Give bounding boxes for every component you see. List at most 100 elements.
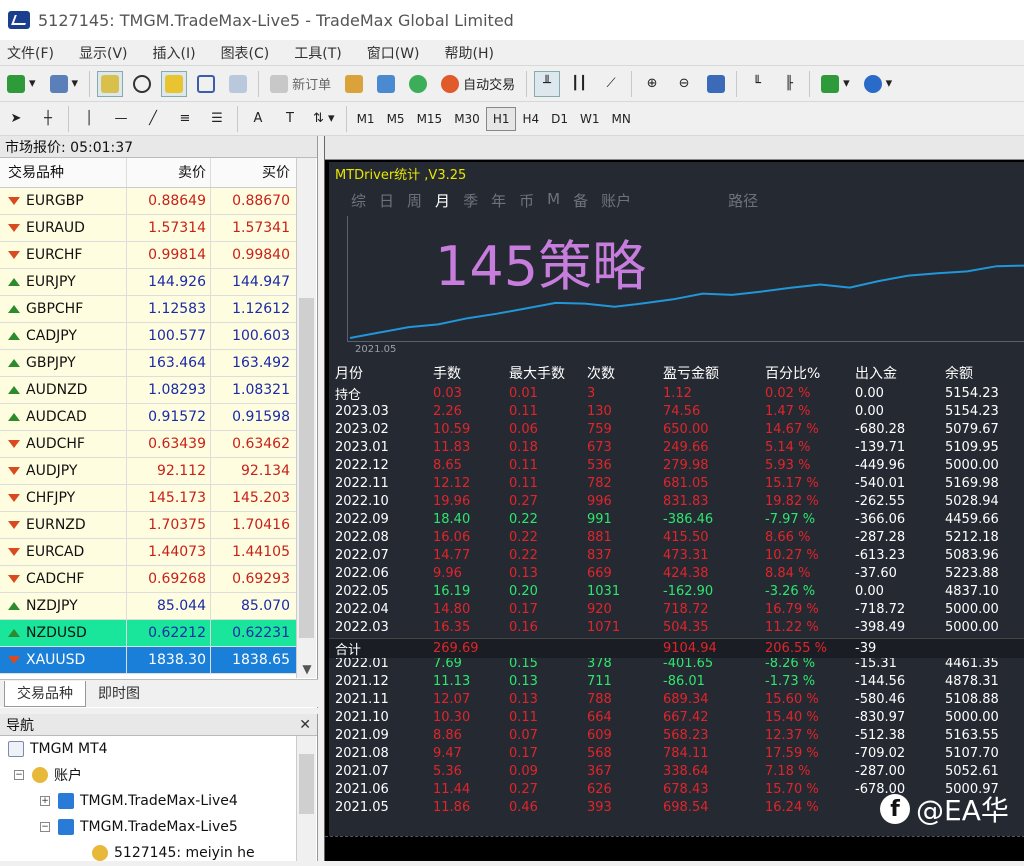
signals-button[interactable] — [405, 71, 431, 97]
stats-row[interactable]: 2021.09 8.86 0.07 609 568.23 12.37 % -512.38 51… — [329, 726, 1024, 744]
text-label-tool[interactable]: T — [277, 106, 303, 132]
market-watch-scrollbar[interactable]: ▼ — [296, 158, 316, 678]
stats-row[interactable]: 2023.02 10.59 0.06 759 650.00 14.67 % -680.28 5… — [329, 420, 1024, 438]
bar-chart-button[interactable]: ╨ — [534, 70, 561, 97]
fibonacci-tool[interactable]: ☰ — [204, 106, 230, 132]
menu-view[interactable]: 显示(V) — [72, 43, 136, 63]
stats-row[interactable]: 2022.06 9.96 0.13 669 424.38 8.84 % -37.60 5223… — [329, 564, 1024, 582]
stats-row[interactable]: 2021.11 12.07 0.13 788 689.34 15.60 % -580.46 5… — [329, 690, 1024, 708]
new-chart-button[interactable]: ▾ — [3, 71, 40, 97]
zoom-in-button[interactable]: ⊕ — [639, 71, 665, 97]
trendline-tool[interactable]: ╱ — [140, 106, 166, 132]
stats-tab-6[interactable]: 币 — [519, 190, 534, 211]
market-row-euraud[interactable]: EURAUD 1.57314 1.57341 — [0, 215, 296, 242]
stats-tab-0[interactable]: 综 — [351, 190, 366, 211]
market-row-xauusd[interactable]: XAUUSD 1838.30 1838.65 — [0, 647, 296, 674]
market-row-audnzd[interactable]: AUDNZD 1.08293 1.08321 — [0, 377, 296, 404]
nav-accounts[interactable]: − 账户 — [0, 762, 317, 788]
stats-row[interactable]: 2022.10 19.96 0.27 996 831.83 19.82 % -262.55 5… — [329, 492, 1024, 510]
stats-row[interactable]: 2022.04 14.80 0.17 920 718.72 16.79 % -718.72 5… — [329, 600, 1024, 618]
stats-row[interactable]: 2022.11 12.12 0.11 782 681.05 15.17 % -540.01 5… — [329, 474, 1024, 492]
collapse-icon[interactable]: − — [14, 770, 24, 780]
accounts-button[interactable] — [373, 71, 399, 97]
col-symbol[interactable]: 交易品种 — [0, 158, 127, 187]
stats-tab-3[interactable]: 月 — [435, 190, 450, 211]
market-row-nzdusd[interactable]: NZDUSD 0.62212 0.62231 — [0, 620, 296, 647]
channel-tool[interactable]: ≡ — [172, 106, 198, 132]
menu-tools[interactable]: 工具(T) — [287, 43, 349, 63]
tab-symbols[interactable]: 交易品种 — [4, 681, 86, 707]
crosshair-tool[interactable]: ┼ — [35, 106, 61, 132]
market-row-eurcad[interactable]: EURCAD 1.44073 1.44105 — [0, 539, 296, 566]
tf-m30[interactable]: M30 — [448, 107, 486, 131]
nav-server-live4[interactable]: + TMGM.TradeMax-Live4 — [0, 788, 317, 814]
tf-d1[interactable]: D1 — [545, 107, 574, 131]
tf-m1[interactable]: M1 — [351, 107, 381, 131]
stats-tab-9[interactable]: 账户 — [601, 190, 631, 211]
stats-tab-2[interactable]: 周 — [407, 190, 422, 211]
arrows-tool[interactable]: ⇅ ▾ — [309, 106, 339, 132]
nav-account-item[interactable]: 5127145: meiyin he — [0, 840, 317, 866]
scroll-thumb[interactable] — [299, 298, 314, 638]
market-row-eurnzd[interactable]: EURNZD 1.70375 1.70416 — [0, 512, 296, 539]
market-row-audjpy[interactable]: AUDJPY 92.112 92.134 — [0, 458, 296, 485]
scroll-down-icon[interactable]: ▼ — [300, 662, 314, 676]
stats-tab-1[interactable]: 日 — [379, 190, 394, 211]
metaeditor-button[interactable] — [341, 71, 367, 97]
market-row-gbpchf[interactable]: GBPCHF 1.12583 1.12612 — [0, 296, 296, 323]
expand-icon[interactable]: + — [40, 796, 50, 806]
chart-window[interactable]: MTDriver统计 ,V3.25 综日周月季年币 M 备账户 路径 145策略 20… — [324, 136, 1024, 861]
horizontal-line-tool[interactable]: — — [108, 106, 134, 132]
profiles-button[interactable]: ▾ — [46, 71, 83, 97]
market-row-cadchf[interactable]: CADCHF 0.69268 0.69293 — [0, 566, 296, 593]
col-ask[interactable]: 买价 — [211, 158, 296, 187]
stats-row[interactable]: 2022.12 8.65 0.11 536 279.98 5.93 % -449.96 500… — [329, 456, 1024, 474]
col-bid[interactable]: 卖价 — [127, 158, 211, 187]
market-watch-button[interactable] — [97, 70, 124, 97]
data-window-button[interactable] — [129, 71, 155, 97]
stats-row[interactable]: 持仓 0.03 0.01 3 1.12 0.02 % 0.00 5154.23 — [329, 384, 1024, 403]
nav-root[interactable]: TMGM MT4 — [0, 736, 317, 762]
tf-w1[interactable]: W1 — [574, 107, 606, 131]
indicators-button[interactable]: ▾ — [817, 71, 854, 97]
line-chart-button[interactable]: ⟋ — [598, 71, 624, 97]
stats-tab-4[interactable]: 季 — [463, 190, 478, 211]
stats-tab-7[interactable]: M — [547, 190, 560, 211]
stats-row[interactable]: 2021.12 11.13 0.13 711 -86.01 -1.73 % -144.56 4… — [329, 672, 1024, 690]
stats-row[interactable]: 2021.10 10.30 0.11 664 667.42 15.40 % -830.97 5… — [329, 708, 1024, 726]
tab-tick-chart[interactable]: 即时图 — [86, 681, 152, 707]
market-row-cadjpy[interactable]: CADJPY 100.577 100.603 — [0, 323, 296, 350]
scroll-thumb[interactable] — [299, 754, 314, 814]
market-row-eurjpy[interactable]: EURJPY 144.926 144.947 — [0, 269, 296, 296]
nav-server-live5[interactable]: − TMGM.TradeMax-Live5 — [0, 814, 317, 840]
chart-shift-button[interactable]: ╟ — [776, 71, 802, 97]
new-order-button[interactable]: 新订单 — [266, 71, 335, 97]
menu-file[interactable]: 文件(F) — [0, 43, 62, 63]
auto-trade-button[interactable]: 自动交易 — [437, 71, 519, 97]
periods-button[interactable]: ▾ — [860, 71, 897, 97]
stats-row[interactable]: 2023.01 11.83 0.18 673 249.66 5.14 % -139.71 51… — [329, 438, 1024, 456]
stats-tab-5[interactable]: 年 — [491, 190, 506, 211]
cursor-tool[interactable]: ➤ — [3, 106, 29, 132]
market-row-nzdjpy[interactable]: NZDJPY 85.044 85.070 — [0, 593, 296, 620]
stats-row[interactable]: 2023.03 2.26 0.11 130 74.56 1.47 % 0.00 5154.23 — [329, 402, 1024, 420]
market-row-audcad[interactable]: AUDCAD 0.91572 0.91598 — [0, 404, 296, 431]
zoom-out-button[interactable]: ⊖ — [671, 71, 697, 97]
stats-tab-10[interactable]: 路径 — [728, 190, 758, 211]
market-row-gbpjpy[interactable]: GBPJPY 163.464 163.492 — [0, 350, 296, 377]
text-tool[interactable]: A — [245, 106, 271, 132]
autoscroll-button[interactable]: ╙ — [744, 71, 770, 97]
tile-windows-button[interactable] — [703, 71, 729, 97]
stats-row[interactable]: 2021.08 9.47 0.17 568 784.11 17.59 % -709.02 51… — [329, 744, 1024, 762]
market-row-eurchf[interactable]: EURCHF 0.99814 0.99840 — [0, 242, 296, 269]
terminal-button[interactable] — [193, 71, 219, 97]
market-row-chfjpy[interactable]: CHFJPY 145.173 145.203 — [0, 485, 296, 512]
stats-row[interactable]: 2021.07 5.36 0.09 367 338.64 7.18 % -287.00 505… — [329, 762, 1024, 780]
close-icon[interactable]: ✕ — [299, 717, 311, 733]
menu-charts[interactable]: 图表(C) — [214, 43, 278, 63]
strategy-tester-button[interactable] — [225, 71, 251, 97]
vertical-line-tool[interactable]: │ — [76, 106, 102, 132]
candlestick-button[interactable]: ┃┃ — [566, 71, 592, 97]
market-row-audchf[interactable]: AUDCHF 0.63439 0.63462 — [0, 431, 296, 458]
collapse-icon[interactable]: − — [40, 822, 50, 832]
